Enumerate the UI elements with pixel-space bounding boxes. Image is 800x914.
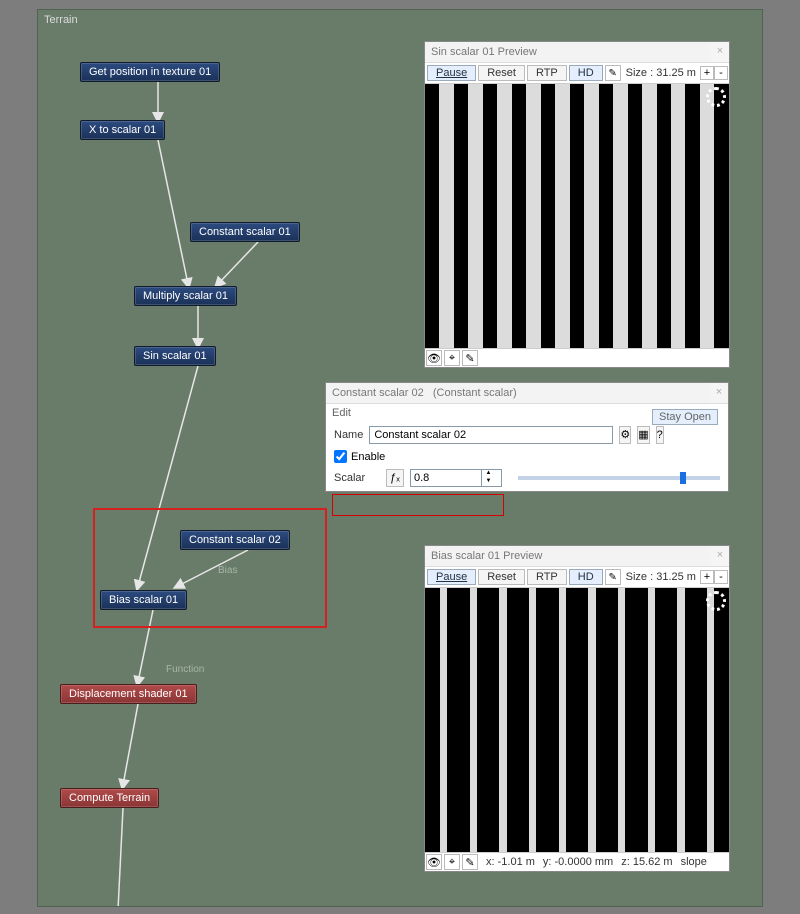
slider-thumb[interactable] — [680, 472, 686, 484]
target-icon[interactable]: ⌖ — [444, 350, 460, 366]
preview-viewport[interactable] — [425, 588, 729, 852]
node-x-to-scalar[interactable]: X to scalar 01 — [80, 120, 165, 140]
node-get-position[interactable]: Get position in texture 01 — [80, 62, 220, 82]
pencil-icon[interactable]: ✎ — [462, 350, 478, 366]
preview-panel-bias: Bias scalar 01 Preview × Pause Reset RTP… — [424, 545, 730, 872]
node-compute-terrain[interactable]: Compute Terrain — [60, 788, 159, 808]
link-label-function: Function — [166, 664, 204, 675]
preview-title: Sin scalar 01 Preview — [425, 42, 729, 63]
editor-title-name: Constant scalar 02 — [332, 387, 424, 399]
sun-orientation-handle[interactable] — [706, 87, 726, 107]
fx-icon[interactable]: ƒₓ — [386, 469, 404, 487]
scalar-label: Scalar — [334, 472, 380, 484]
preview-bottom-bar: 👁 ⌖ ✎ — [425, 348, 729, 367]
zoom-out-button[interactable]: - — [714, 66, 728, 80]
preview-title: Bias scalar 01 Preview — [425, 546, 729, 567]
rtp-button[interactable]: RTP — [527, 65, 567, 81]
scalar-highlight — [332, 494, 504, 516]
help-icon[interactable]: ? — [656, 426, 664, 444]
node-displacement-shader[interactable]: Displacement shader 01 — [60, 684, 197, 704]
coord-slope: slope — [681, 856, 707, 868]
zoom-in-button[interactable]: + — [700, 570, 714, 584]
editor-title-type: (Constant scalar) — [433, 387, 517, 399]
node-editor-panel: Constant scalar 02 (Constant scalar) × E… — [325, 382, 729, 492]
preview-panel-sin: Sin scalar 01 Preview × Pause Reset RTP … — [424, 41, 730, 368]
close-icon[interactable]: × — [710, 383, 728, 403]
spin-down-icon[interactable]: ▼ — [481, 478, 495, 486]
pause-button[interactable]: Pause — [427, 65, 476, 81]
preview-toolbar: Pause Reset RTP HD ✎ Size : 31.25 m + - — [425, 63, 729, 84]
pencil-icon[interactable]: ✎ — [605, 65, 621, 81]
spin-up-icon[interactable]: ▲ — [481, 470, 495, 478]
scalar-input[interactable] — [411, 471, 481, 485]
coord-y: y: -0.0000 mm — [543, 856, 613, 868]
selection-highlight — [93, 508, 327, 628]
palette-icon[interactable]: ▦ — [637, 426, 649, 444]
size-label: Size : 31.25 m — [626, 67, 696, 79]
node-multiply-scalar[interactable]: Multiply scalar 01 — [134, 286, 237, 306]
coord-z: z: 15.62 m — [621, 856, 672, 868]
pause-button[interactable]: Pause — [427, 569, 476, 585]
node-constant-scalar-1[interactable]: Constant scalar 01 — [190, 222, 300, 242]
eye-icon[interactable]: 👁 — [426, 854, 442, 870]
editor-title: Constant scalar 02 (Constant scalar) — [326, 383, 728, 404]
name-label: Name — [334, 429, 363, 441]
scalar-spinner[interactable]: ▲▼ — [410, 469, 502, 487]
sun-orientation-handle[interactable] — [706, 591, 726, 611]
pencil-icon[interactable]: ✎ — [605, 569, 621, 585]
zoom-in-button[interactable]: + — [700, 66, 714, 80]
hd-button[interactable]: HD — [569, 569, 603, 585]
settings-icon[interactable]: ⚙ — [619, 426, 631, 444]
preview-bottom-bar: 👁 ⌖ ✎ x: -1.01 m y: -0.0000 mm z: 15.62 … — [425, 852, 729, 871]
eye-icon[interactable]: 👁 — [426, 350, 442, 366]
close-icon[interactable]: × — [711, 546, 729, 566]
close-icon[interactable]: × — [711, 42, 729, 62]
preview-viewport[interactable] — [425, 84, 729, 348]
scalar-slider[interactable] — [518, 476, 720, 480]
enable-label: Enable — [351, 451, 385, 463]
reset-button[interactable]: Reset — [478, 65, 525, 81]
edit-menu[interactable]: Edit Stay Open — [326, 404, 728, 422]
hd-button[interactable]: HD — [569, 65, 603, 81]
coord-x: x: -1.01 m — [486, 856, 535, 868]
node-sin-scalar[interactable]: Sin scalar 01 — [134, 346, 216, 366]
target-icon[interactable]: ⌖ — [444, 854, 460, 870]
rtp-button[interactable]: RTP — [527, 569, 567, 585]
pencil-icon[interactable]: ✎ — [462, 854, 478, 870]
stay-open-button[interactable]: Stay Open — [652, 409, 718, 425]
preview-toolbar: Pause Reset RTP HD ✎ Size : 31.25 m + - — [425, 567, 729, 588]
zoom-out-button[interactable]: - — [714, 570, 728, 584]
reset-button[interactable]: Reset — [478, 569, 525, 585]
name-input[interactable] — [369, 426, 613, 444]
size-label: Size : 31.25 m — [626, 571, 696, 583]
canvas-title: Terrain — [44, 14, 78, 26]
enable-checkbox[interactable] — [334, 450, 347, 463]
